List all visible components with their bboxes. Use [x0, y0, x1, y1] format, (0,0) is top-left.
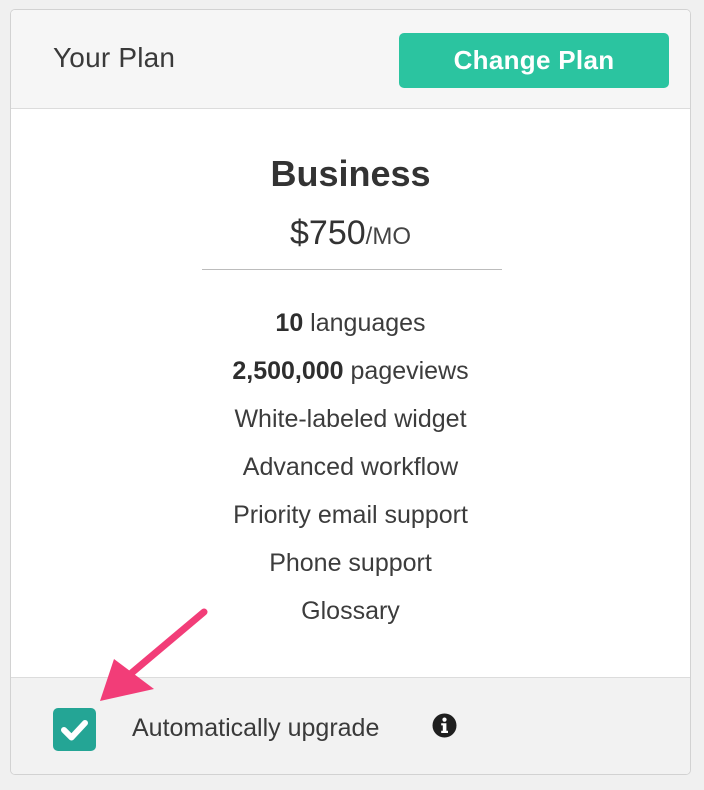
feature-item: White-labeled widget	[11, 403, 690, 451]
feature-value: 10	[275, 309, 304, 337]
feature-value: 2,500,000	[232, 357, 344, 385]
auto-upgrade-checkbox[interactable]	[53, 708, 96, 751]
feature-text: White-labeled widget	[234, 405, 467, 433]
plan-details: Business $750/MO 10 languages 2,500,000 …	[11, 109, 690, 677]
feature-item: 10 languages	[11, 307, 690, 355]
feature-item: Glossary	[11, 595, 690, 643]
auto-upgrade-label: Automatically upgrade	[132, 714, 380, 742]
feature-text: Priority email support	[233, 501, 468, 529]
feature-item: Priority email support	[11, 499, 690, 547]
feature-text: Glossary	[301, 597, 400, 625]
feature-text: Phone support	[269, 549, 432, 577]
feature-text: languages	[303, 309, 426, 337]
info-circle-icon[interactable]	[432, 713, 457, 738]
plan-name: Business	[270, 153, 431, 194]
change-plan-button[interactable]: Change Plan	[399, 33, 669, 88]
plan-price-unit: /MO	[365, 223, 411, 250]
plan-card-header: Your Plan Change Plan	[11, 10, 690, 109]
plan-card: Your Plan Change Plan Business $750/MO 1…	[10, 9, 691, 775]
auto-upgrade-footer: Automatically upgrade	[11, 677, 690, 774]
plan-price: $750/MO	[11, 214, 690, 253]
feature-list: 10 languages 2,500,000 pageviews White-l…	[11, 307, 690, 643]
feature-item: Advanced workflow	[11, 451, 690, 499]
feature-item: 2,500,000 pageviews	[11, 355, 690, 403]
plan-price-amount: $750	[290, 214, 366, 252]
feature-text: Advanced workflow	[242, 453, 459, 481]
checkmark-icon	[61, 720, 88, 741]
page-title: Your Plan	[53, 42, 176, 73]
divider	[202, 269, 502, 270]
feature-text: pageviews	[343, 357, 469, 385]
feature-item: Phone support	[11, 547, 690, 595]
